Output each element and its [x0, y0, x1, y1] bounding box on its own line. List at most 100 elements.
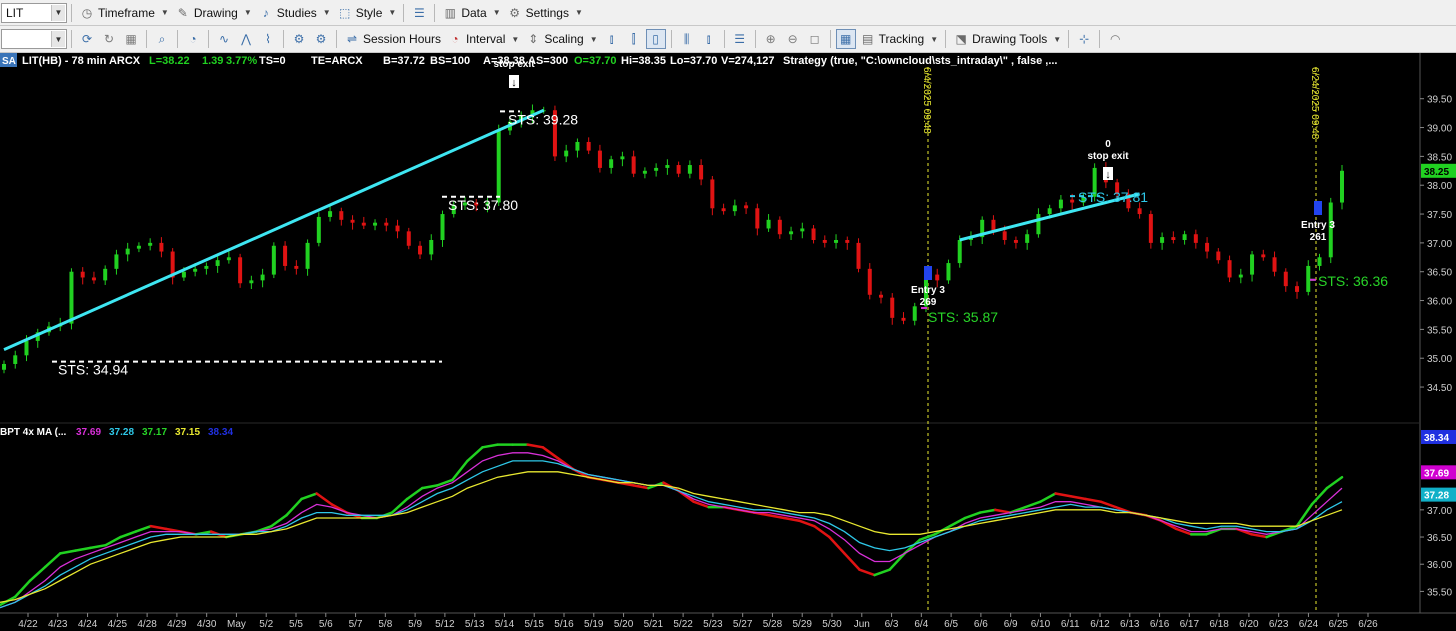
chevron-down-icon: ▼: [574, 8, 583, 17]
candle-body: [406, 231, 411, 246]
session-hours-menu[interactable]: ⇌ Session Hours: [341, 28, 444, 50]
zoom-in-icon[interactable]: ⊕: [761, 29, 781, 49]
candle-body: [597, 150, 602, 168]
candle-body: [1137, 208, 1142, 215]
candle-body: [1261, 254, 1266, 258]
symbol-value: LIT: [6, 5, 24, 20]
chevron-down-icon: ▼: [492, 8, 501, 17]
entry-signal-count: 261: [1310, 232, 1327, 243]
indicator-icon[interactable]: ◠: [1105, 29, 1125, 49]
link-windows-icon[interactable]: ☰: [409, 3, 429, 23]
style-label: Style: [355, 5, 383, 20]
candle-body: [1238, 274, 1243, 278]
indicator-value-tag-label: 37.28: [1424, 491, 1449, 502]
date-tick-label: 5/16: [554, 619, 574, 630]
properties-icon[interactable]: ⚙: [311, 29, 331, 49]
indicator-fast-ma-segment: [1069, 495, 1087, 501]
interval-menu[interactable]: ◔ Interval ▼: [444, 28, 522, 50]
price-tick-label: 38.50: [1427, 152, 1452, 163]
candle-body: [710, 179, 715, 209]
crosshair-icon[interactable]: ▦: [835, 29, 856, 49]
date-tick-label: 6/5: [944, 619, 958, 630]
indicator-fast-ma-segment: [1099, 500, 1118, 509]
candle-body: [13, 355, 18, 364]
date-tick-label: 6/20: [1239, 619, 1259, 630]
date-tick-label: 6/10: [1031, 619, 1051, 630]
low-value: Lo=37.70: [670, 55, 717, 67]
session-icon: ⇌: [346, 32, 358, 46]
studies-menu[interactable]: ♪ Studies ▼: [255, 2, 334, 24]
indicator-fast-ma-segment: [1084, 497, 1102, 503]
link-icon[interactable]: ☰: [730, 29, 750, 49]
candle-body: [215, 260, 220, 266]
interval-icon: ◔: [451, 32, 459, 46]
zoom-reset-icon[interactable]: ◻: [805, 29, 825, 49]
timeframe-menu[interactable]: ◷ Timeframe ▼: [76, 2, 172, 24]
toolbar-divider: [670, 30, 672, 48]
date-tick-label: 6/11: [1061, 619, 1080, 630]
add-study-icon[interactable]: ⊹: [1074, 29, 1094, 49]
date-tick-label: 6/26: [1358, 619, 1378, 630]
grid-icon[interactable]: ▦: [121, 29, 141, 49]
scaling-label: Scaling: [544, 32, 584, 46]
candle-chart-icon[interactable]: ⫿: [624, 29, 644, 49]
candle-body: [867, 268, 872, 295]
reload-icon[interactable]: ↻: [99, 29, 119, 49]
main-toolbar: LIT ▼ ◷ Timeframe ▼ ✎ Drawing ▼ ♪ Studie…: [0, 0, 1456, 26]
candle-body: [586, 141, 591, 151]
candle-body: [204, 265, 209, 269]
data-menu[interactable]: ▥ Data ▼: [439, 2, 503, 24]
indicator-fast-ma-segment: [285, 497, 303, 517]
candles-icon[interactable]: ⫾: [699, 29, 719, 49]
wave-icon[interactable]: ∿: [214, 29, 234, 49]
date-marker-label: 6/24/2025 09:48: [1309, 67, 1320, 140]
indicator-value-5: 38.34: [208, 427, 233, 438]
candle-body: [687, 165, 692, 174]
indicator-fast-ma-segment: [1325, 475, 1344, 490]
symbol-combo[interactable]: LIT ▼: [1, 2, 67, 23]
entry-signal-label: Entry 3: [911, 285, 945, 296]
pattern-icon[interactable]: ⋀: [236, 29, 256, 49]
indicator-tick-label: 36.00: [1427, 560, 1452, 571]
candle-body: [1058, 199, 1063, 209]
chart-icon[interactable]: ⌇: [258, 29, 278, 49]
candle-body: [1025, 234, 1030, 243]
style-menu[interactable]: ⬚ Style ▼: [334, 2, 400, 24]
bar-chart-icon[interactable]: ⫾: [602, 29, 622, 49]
indicator-fast-ma-segment: [873, 568, 891, 577]
scaling-icon: ⇕: [528, 32, 539, 46]
candle-body: [665, 165, 670, 168]
indicator-tick-label: 37.00: [1427, 506, 1452, 517]
chevron-down-icon[interactable]: ▼: [51, 31, 65, 47]
chart-area[interactable]: 6/4/2025 09:48 6/24/2025 09:48 STS: 34.94…: [0, 53, 1456, 631]
bars-icon[interactable]: ⫼: [677, 29, 697, 49]
zoom-out-icon[interactable]: ⊖: [783, 29, 803, 49]
zoom-icon[interactable]: ⌕: [152, 29, 172, 49]
price-chart[interactable]: 6/4/2025 09:48 6/24/2025 09:48 STS: 34.94…: [0, 53, 1456, 631]
timeframe-label: Timeframe: [98, 5, 155, 20]
scaling-menu[interactable]: ⇕ Scaling ▼: [522, 28, 600, 50]
candle-body: [148, 242, 153, 246]
hollow-candle-icon[interactable]: ▯: [645, 29, 666, 49]
options-icon[interactable]: ⚙: [289, 29, 309, 49]
high-value: Hi=38.35: [621, 55, 666, 67]
refresh-icon[interactable]: ⟳: [77, 29, 97, 49]
toolbar-divider: [754, 30, 756, 48]
candle-body: [271, 245, 276, 275]
candle-body: [496, 130, 501, 203]
sts-label: STS: 37.81: [1078, 189, 1148, 205]
candle-body: [181, 271, 186, 278]
date-tick-label: 4/29: [167, 619, 187, 630]
date-tick-label: 5/22: [673, 619, 693, 630]
entry-marker: [924, 266, 932, 280]
date-tick-label: 4/23: [48, 619, 68, 630]
interval-combo[interactable]: ▼: [1, 29, 67, 49]
settings-menu[interactable]: ⚙ Settings ▼: [504, 2, 586, 24]
drawing-menu[interactable]: ✎ Drawing ▼: [172, 2, 255, 24]
price-tick-label: 39.00: [1427, 124, 1452, 135]
gear-icon: ⚙: [509, 5, 520, 20]
speed-icon[interactable]: ◔: [183, 29, 203, 49]
drawing-tools-menu[interactable]: ⬔ Drawing Tools ▼: [950, 28, 1064, 50]
chevron-down-icon[interactable]: ▼: [51, 4, 65, 21]
tracking-menu[interactable]: ▤ Tracking ▼: [857, 28, 942, 50]
